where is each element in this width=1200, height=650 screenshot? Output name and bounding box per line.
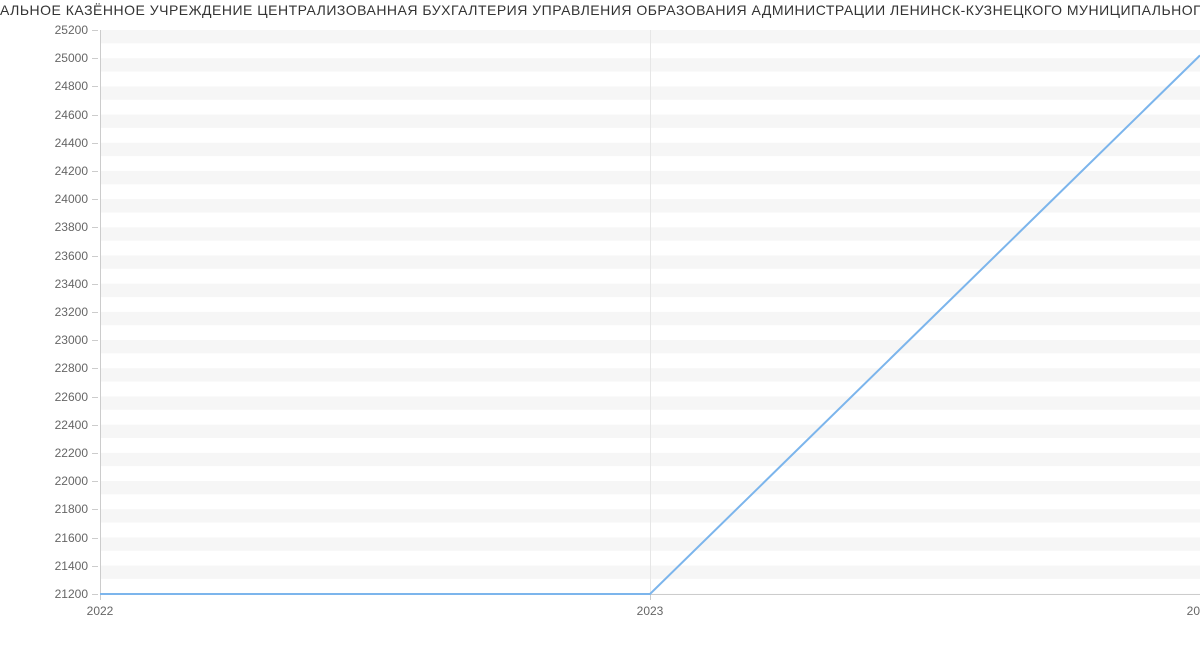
y-tick-label: 22200 [55, 446, 88, 460]
y-tick-label: 21200 [55, 587, 88, 601]
y-tick [92, 256, 98, 257]
y-tick-label: 21600 [55, 531, 88, 545]
y-tick [92, 199, 98, 200]
y-tick-label: 24600 [55, 108, 88, 122]
y-tick [92, 312, 98, 313]
y-tick-label: 22800 [55, 361, 88, 375]
y-tick [92, 115, 98, 116]
y-tick-label: 25000 [55, 51, 88, 65]
y-tick [92, 340, 98, 341]
y-tick-label: 21400 [55, 559, 88, 573]
y-tick-label: 24000 [55, 192, 88, 206]
y-tick [92, 368, 98, 369]
x-axis: 202220232024 [100, 594, 1200, 624]
y-tick-label: 22600 [55, 390, 88, 404]
y-axis: 2120021400216002180022000222002240022600… [0, 30, 98, 594]
y-tick [92, 453, 98, 454]
y-tick [92, 143, 98, 144]
y-tick [92, 538, 98, 539]
x-tick-label: 2022 [87, 604, 114, 618]
series-line [100, 55, 1200, 594]
y-tick-label: 24800 [55, 79, 88, 93]
x-tick-label: 2024 [1187, 604, 1200, 618]
y-tick-label: 22000 [55, 474, 88, 488]
y-tick [92, 481, 98, 482]
chart-container: АЛЬНОЕ КАЗЁННОЕ УЧРЕЖДЕНИЕ ЦЕНТРАЛИЗОВАН… [0, 0, 1200, 650]
x-tick-label: 2023 [637, 604, 664, 618]
y-tick-label: 24400 [55, 136, 88, 150]
y-tick-label: 23400 [55, 277, 88, 291]
y-tick-label: 21800 [55, 502, 88, 516]
y-tick [92, 425, 98, 426]
y-tick [92, 86, 98, 87]
y-tick-label: 23800 [55, 220, 88, 234]
y-tick-label: 22400 [55, 418, 88, 432]
y-tick [92, 509, 98, 510]
y-tick [92, 397, 98, 398]
y-tick [92, 284, 98, 285]
chart-title: АЛЬНОЕ КАЗЁННОЕ УЧРЕЖДЕНИЕ ЦЕНТРАЛИЗОВАН… [0, 2, 1200, 18]
y-tick [92, 30, 98, 31]
data-line-svg [100, 30, 1200, 594]
y-tick [92, 594, 98, 595]
y-tick-label: 23200 [55, 305, 88, 319]
y-tick-label: 24200 [55, 164, 88, 178]
y-tick [92, 566, 98, 567]
y-tick [92, 171, 98, 172]
y-tick-label: 23000 [55, 333, 88, 347]
y-tick [92, 58, 98, 59]
y-tick-label: 23600 [55, 249, 88, 263]
y-tick [92, 227, 98, 228]
y-tick-label: 25200 [55, 23, 88, 37]
